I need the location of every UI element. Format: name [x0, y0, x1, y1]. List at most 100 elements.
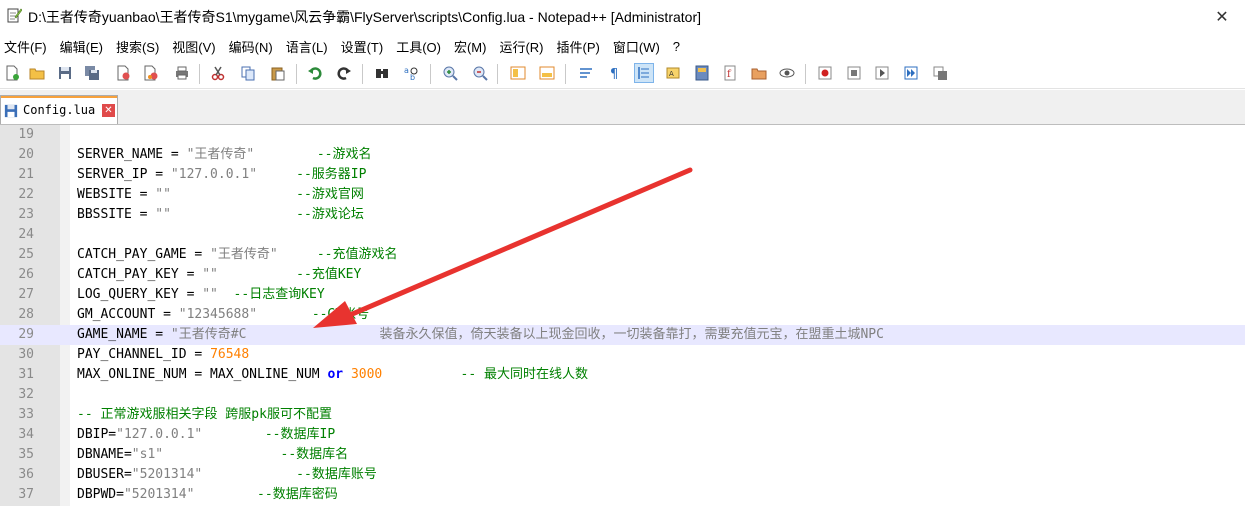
token-plain: SERVER_IP = — [77, 167, 171, 182]
menu-run[interactable]: 运行(R) — [495, 37, 552, 56]
token-plain: MAX_ONLINE_NUM = MAX_ONLINE_NUM — [77, 367, 328, 382]
code-line-36[interactable]: 36 DBUSER="5201314" --数据库账号 — [0, 465, 1245, 485]
stop-record-icon[interactable] — [844, 63, 864, 83]
code-line-32[interactable]: 32 — [0, 385, 1245, 405]
code-line-24[interactable]: 24 — [0, 225, 1245, 245]
code-line-30[interactable]: 30 PAY_CHANNEL_ID = 76548 — [0, 345, 1245, 365]
code-line-21[interactable]: 21 SERVER_IP = "127.0.0.1" --服务器IP — [0, 165, 1245, 185]
code-line-19[interactable]: 19 — [0, 125, 1245, 145]
menu-search[interactable]: 搜索(S) — [112, 37, 168, 56]
paste-icon[interactable] — [268, 63, 288, 83]
line-number: 27 — [18, 287, 34, 302]
token-plain: DBUSER= — [77, 467, 132, 482]
find-icon[interactable] — [372, 63, 392, 83]
menu-file[interactable]: 文件(F) — [0, 37, 56, 56]
sync-horizontal-icon[interactable] — [537, 63, 557, 83]
code-line-22[interactable]: 22 WEBSITE = "" --游戏官网 — [0, 185, 1245, 205]
code-line-23[interactable]: 23 BBSSITE = "" --游戏论坛 — [0, 205, 1245, 225]
menu-help[interactable]: ? — [669, 39, 689, 54]
menu-macro[interactable]: 宏(M) — [450, 37, 496, 56]
run-macro-multiple-icon[interactable] — [901, 63, 921, 83]
cut-icon[interactable] — [208, 63, 228, 83]
token-cmt: --游戏官网 — [296, 187, 364, 202]
line-number: 31 — [18, 367, 34, 382]
token-cmt: --GM账号 — [311, 307, 370, 322]
sync-vertical-icon[interactable] — [508, 63, 528, 83]
word-wrap-icon[interactable] — [576, 63, 596, 83]
line-number: 23 — [18, 207, 34, 222]
svg-text:A: A — [669, 70, 674, 78]
menu-encoding[interactable]: 编码(N) — [225, 37, 282, 56]
code-line-35[interactable]: 35 DBNAME="s1" --数据库名 — [0, 445, 1245, 465]
indent-guide-icon[interactable] — [634, 63, 654, 83]
code-line-33[interactable]: 33 -- 正常游戏服相关字段 跨服pk服可不配置 — [0, 405, 1245, 425]
token-plain: GAME_NAME = — [77, 327, 171, 342]
replace-icon[interactable]: ab — [401, 63, 421, 83]
code-line-37[interactable]: 37 DBPWD="5201314" --数据库密码 — [0, 485, 1245, 505]
code-editor[interactable]: 19 20 SERVER_NAME = "王者传奇" --游戏名 21 SERVER_I… — [0, 125, 1245, 506]
line-code: SERVER_NAME = "王者传奇" --游戏名 — [77, 145, 372, 165]
window-close-button[interactable]: ✕ — [1199, 0, 1245, 32]
tab-config-lua[interactable]: Config.lua ✕ — [0, 95, 118, 124]
save-macro-icon[interactable] — [930, 63, 950, 83]
toolbar: ab ¶ A f — [0, 60, 1245, 89]
menu-view[interactable]: 视图(V) — [168, 37, 224, 56]
udl-icon[interactable]: A — [663, 63, 683, 83]
token-cmt: --数据库账号 — [296, 467, 377, 482]
menu-window[interactable]: 窗口(W) — [609, 37, 669, 56]
line-number: 26 — [18, 267, 34, 282]
svg-text:¶: ¶ — [610, 67, 618, 81]
code-line-26[interactable]: 26 CATCH_PAY_KEY = "" --充值KEY — [0, 265, 1245, 285]
line-number: 19 — [18, 127, 34, 142]
token-plain: DBNAME= — [77, 447, 132, 462]
code-line-29[interactable]: 29 GAME_NAME = "王者传奇#C 装备永久保值，倚天装备以上现金回收，… — [0, 325, 1245, 345]
token-str: "s1" — [131, 447, 164, 462]
zoom-in-icon[interactable] — [440, 63, 460, 83]
save-all-icon[interactable] — [82, 63, 102, 83]
close-all-icon[interactable] — [141, 63, 161, 83]
undo-icon[interactable] — [305, 63, 325, 83]
menu-settings[interactable]: 设置(T) — [337, 37, 393, 56]
zoom-out-icon[interactable] — [470, 63, 490, 83]
code-line-20[interactable]: 20 SERVER_NAME = "王者传奇" --游戏名 — [0, 145, 1245, 165]
saved-file-icon — [4, 104, 18, 118]
code-line-31[interactable]: 31 MAX_ONLINE_NUM = MAX_ONLINE_NUM or 300… — [0, 365, 1245, 385]
code-line-34[interactable]: 34 DBIP="127.0.0.1" --数据库IP — [0, 425, 1245, 445]
line-number: 24 — [18, 227, 34, 242]
monitor-icon[interactable] — [777, 63, 797, 83]
line-number: 37 — [18, 487, 34, 502]
menu-tools[interactable]: 工具(O) — [392, 37, 450, 56]
tab-close-button[interactable]: ✕ — [102, 104, 115, 117]
token-plain: SERVER_NAME = — [77, 147, 187, 162]
token-str: "王者传奇" — [186, 147, 255, 162]
new-file-icon[interactable] — [2, 63, 22, 83]
copy-icon[interactable] — [238, 63, 258, 83]
redo-icon[interactable] — [334, 63, 354, 83]
code-line-28[interactable]: 28 GM_ACCOUNT = "12345688" --GM账号 — [0, 305, 1245, 325]
record-macro-icon[interactable] — [815, 63, 835, 83]
doc-map-icon[interactable] — [692, 63, 712, 83]
line-code: DBIP="127.0.0.1" --数据库IP — [77, 425, 335, 445]
print-icon[interactable] — [172, 63, 192, 83]
token-kw: or — [327, 367, 344, 382]
token-str: "" — [155, 187, 171, 202]
code-line-27[interactable]: 27 LOG_QUERY_KEY = "" --日志查询KEY — [0, 285, 1245, 305]
close-icon[interactable] — [113, 63, 133, 83]
menu-edit[interactable]: 编辑(E) — [56, 37, 112, 56]
menu-language[interactable]: 语言(L) — [282, 37, 337, 56]
play-macro-icon[interactable] — [872, 63, 892, 83]
folder-workspace-icon[interactable] — [749, 63, 769, 83]
show-all-chars-icon[interactable]: ¶ — [605, 63, 625, 83]
token-cmt: -- 最大同时在线人数 — [460, 367, 589, 382]
code-line-25[interactable]: 25 CATCH_PAY_GAME = "王者传奇" --充值游戏名 — [0, 245, 1245, 265]
save-icon[interactable] — [55, 63, 75, 83]
token-plain: WEBSITE = — [77, 187, 156, 202]
open-file-icon[interactable] — [27, 63, 47, 83]
function-list-icon[interactable]: f — [721, 63, 741, 83]
menu-plugins[interactable]: 插件(P) — [553, 37, 609, 56]
token-str: "127.0.0.1" — [170, 167, 258, 182]
